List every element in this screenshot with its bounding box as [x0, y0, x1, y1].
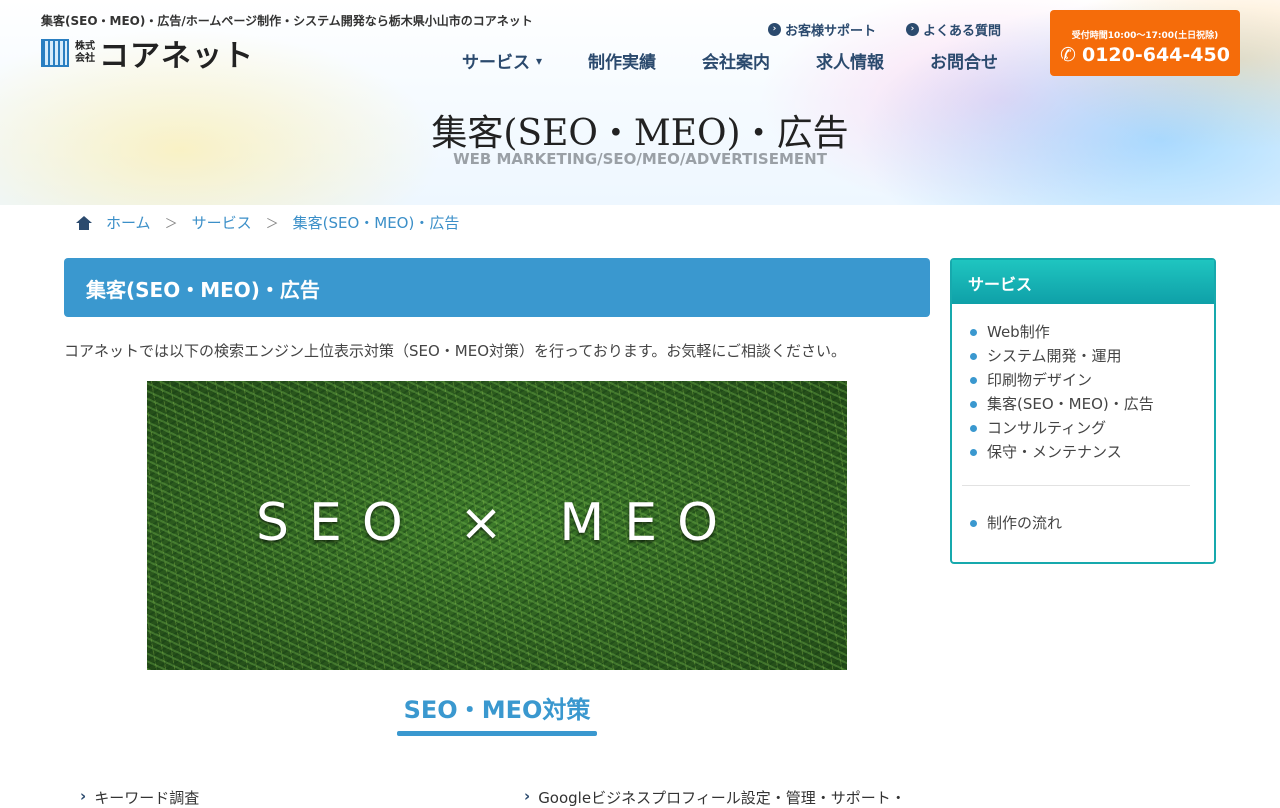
phone-number: ✆ 0120-644-450 [1050, 44, 1240, 66]
logo-company-type: 株式 会社 [75, 41, 95, 65]
phone-icon: ✆ [1060, 44, 1076, 66]
circle-chevron-right-icon: › [768, 23, 781, 36]
seo-meo-image: SEO × MEO [147, 381, 847, 670]
section-title: 集客(SEO・MEO)・広告 [64, 258, 930, 317]
bullet-icon [970, 328, 977, 336]
phone-number-text: 0120-644-450 [1081, 44, 1230, 66]
breadcrumb-separator-icon: ＞ [164, 217, 178, 232]
bullet-icon [970, 424, 977, 432]
sidebar-item-label: 保守・メンテナンス [987, 443, 1122, 461]
feature-item: › Googleビジネスプロフィール設定・管理・サポート・ [524, 787, 906, 808]
faq-link[interactable]: › よくある質問 [906, 20, 1001, 39]
feature-label: キーワード調査 [94, 789, 200, 807]
sidebar-item-web[interactable]: Web制作 [970, 320, 1214, 344]
sidebar-divider [962, 485, 1190, 486]
home-icon[interactable] [76, 215, 92, 230]
chevron-right-icon: › [80, 787, 87, 805]
logo-small-bottom: 会社 [75, 53, 95, 64]
nav-item-recruit[interactable]: 求人情報 [816, 48, 884, 73]
sidebar-item-label: Web制作 [987, 323, 1050, 341]
bullet-icon [970, 519, 977, 527]
nav-label: 制作実績 [588, 53, 657, 73]
nav-label: お問合せ [930, 53, 999, 73]
faq-label: よくある質問 [923, 24, 1002, 39]
breadcrumb-current: 集客(SEO・MEO)・広告 [292, 214, 460, 232]
customer-support-label: お客様サポート [785, 24, 877, 39]
sidebar-item-maintenance[interactable]: 保守・メンテナンス [970, 440, 1214, 464]
sidebar-item-system[interactable]: システム開発・運用 [970, 344, 1214, 368]
breadcrumb-home[interactable]: ホーム [106, 212, 151, 233]
bullet-icon [970, 352, 977, 360]
feature-item: › キーワード調査 [80, 787, 199, 808]
sidebar-extra-list: 制作の流れ [952, 511, 1214, 535]
page-subtitle: WEB MARKETING/SEO/MEO/ADVERTISEMENT [453, 150, 827, 168]
customer-support-link[interactable]: › お客様サポート [768, 20, 876, 39]
bullet-icon [970, 376, 977, 384]
bullet-icon [970, 448, 977, 456]
services-sidebar: サービス Web制作 システム開発・運用 印刷物デザイン 集客(SEO・MEO)… [950, 258, 1216, 564]
bullet-icon [970, 400, 977, 408]
sidebar-title: サービス [952, 260, 1214, 304]
image-caption: SEO × MEO [255, 493, 739, 553]
sub-heading-underline [397, 731, 597, 736]
nav-label: 求人情報 [816, 53, 885, 73]
sidebar-item-label: 印刷物デザイン [987, 371, 1093, 389]
feature-label: Googleビジネスプロフィール設定・管理・サポート・ [538, 789, 906, 807]
circle-chevron-right-icon: › [906, 23, 920, 36]
sidebar-item-label: 制作の流れ [987, 514, 1063, 532]
sidebar-item-print[interactable]: 印刷物デザイン [970, 368, 1214, 392]
logo-small-top: 株式 [75, 41, 95, 52]
nav-item-company[interactable]: 会社案内 [702, 48, 770, 73]
nav-label: サービス [462, 53, 530, 73]
nav-label: 会社案内 [702, 53, 771, 73]
sidebar-service-list: Web制作 システム開発・運用 印刷物デザイン 集客(SEO・MEO)・広告 コ… [952, 304, 1214, 464]
phone-contact-button[interactable]: 受付時間10:00〜17:00(土日祝除) ✆ 0120-644-450 [1050, 10, 1240, 76]
nav-item-contact[interactable]: お問合せ [930, 48, 998, 73]
page-title: 集客(SEO・MEO)・広告 [431, 113, 849, 154]
contact-hours: 受付時間10:00〜17:00(土日祝除) [1071, 31, 1219, 41]
sidebar-item-label: コンサルティング [987, 419, 1107, 437]
intro-text: コアネットでは以下の検索エンジン上位表示対策（SEO・MEO対策）を行っておりま… [64, 342, 847, 360]
logo-name: コアネット [99, 39, 254, 74]
sidebar-item-consulting[interactable]: コンサルティング [970, 416, 1214, 440]
sidebar-item-label: 集客(SEO・MEO)・広告 [987, 395, 1154, 413]
chevron-down-icon: ▾ [536, 53, 543, 68]
site-tagline: 集客(SEO・MEO)・広告/ホームページ制作・システム開発なら栃木県小山市のコ… [41, 14, 533, 28]
nav-item-services[interactable]: サービス ▾ [462, 48, 542, 73]
utility-links: › お客様サポート › よくある質問 [768, 20, 1001, 39]
sub-heading: SEO・MEO対策 [403, 696, 591, 724]
chevron-right-icon: › [524, 787, 531, 805]
logo-mark-icon [41, 39, 69, 67]
breadcrumb: ホーム ＞ サービス ＞ 集客(SEO・MEO)・広告 [76, 212, 459, 233]
sidebar-item-label: システム開発・運用 [987, 347, 1122, 365]
breadcrumb-separator-icon: ＞ [265, 217, 279, 232]
sidebar-item-flow[interactable]: 制作の流れ [970, 511, 1214, 535]
main-nav: サービス ▾ 制作実績 会社案内 求人情報 お問合せ [462, 48, 998, 73]
site-logo[interactable]: 株式 会社 コアネット [41, 36, 254, 74]
nav-item-works[interactable]: 制作実績 [588, 48, 656, 73]
sidebar-item-seo[interactable]: 集客(SEO・MEO)・広告 [970, 392, 1214, 416]
breadcrumb-services[interactable]: サービス [192, 212, 252, 233]
